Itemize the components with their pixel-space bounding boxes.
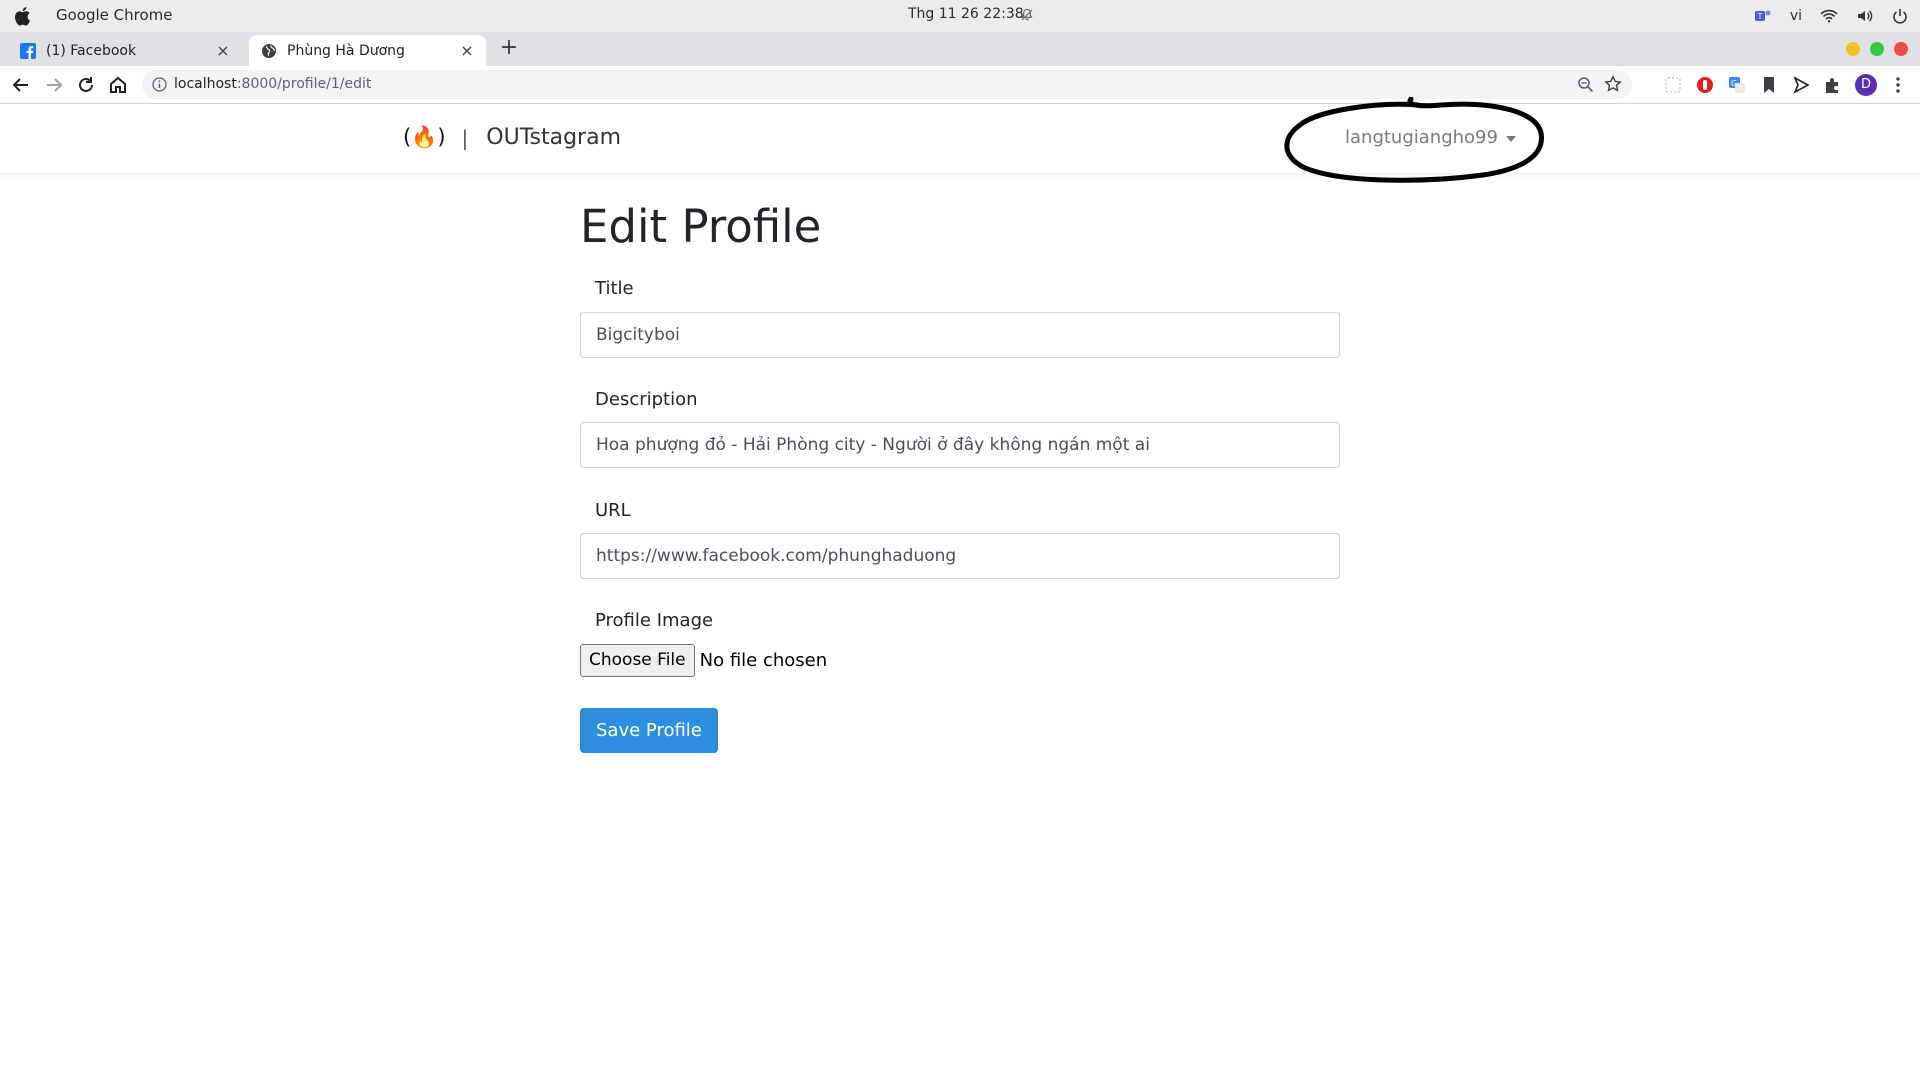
site-navbar: (🔥) | OUTstagram langtugiangho99 [0,105,1920,173]
brand[interactable]: (🔥) | OUTstagram [403,125,621,150]
tab-title: (1) Facebook [46,42,137,59]
brand-name: OUTstagram [486,125,622,150]
file-status-text: No file chosen [699,650,828,671]
zoom-icon[interactable] [1577,76,1594,93]
new-tab-button[interactable]: + [498,37,520,60]
title-label: Title [595,278,634,299]
apple-icon[interactable] [13,6,31,26]
reload-icon[interactable] [75,74,97,96]
window-controls [1846,42,1908,56]
home-icon[interactable] [107,74,129,96]
os-top-bar: Google Chrome Thg 11 26 22:38 T vi [0,0,1920,32]
description-field-group: Description Hoa phượng đỏ - Hải Phòng ci… [580,389,1340,468]
address-bar[interactable]: localhost:8000/profile/1/edit [142,70,1632,99]
tab-edit-profile[interactable]: Phùng Hà Dương × [249,35,486,66]
tab-title: Phùng Hà Dương [287,42,405,59]
system-clock[interactable]: Thg 11 26 22:38 [908,6,1024,22]
url-label: URL [595,500,631,521]
minimize-window-button[interactable] [1846,42,1860,56]
send-extension-icon[interactable] [1791,75,1811,95]
close-tab-icon[interactable]: × [214,41,232,60]
translate-extension-icon[interactable]: G [1727,75,1747,95]
teams-icon[interactable]: T [1754,8,1772,24]
wifi-icon[interactable] [1820,9,1838,23]
profile-image-label: Profile Image [595,610,714,631]
browser-toolbar: localhost:8000/profile/1/edit G D [0,66,1920,104]
save-profile-button[interactable]: Save Profile [580,708,718,753]
url-input[interactable]: https://www.facebook.com/phunghaduong [580,533,1340,579]
site-info-icon[interactable] [152,77,167,92]
chevron-down-icon [1505,135,1516,142]
kebab-menu-icon[interactable] [1888,75,1908,95]
bookmark-extension-icon[interactable] [1759,75,1779,95]
notifications-muted-icon [1021,8,1033,21]
page-title: Edit Profile [580,200,822,253]
svg-text:G: G [1731,79,1737,88]
profile-avatar[interactable]: D [1855,74,1877,96]
profile-image-field-group: Profile Image Choose File No file chosen [580,610,1340,677]
edit-profile-form: Edit Profile Title Bigcityboi Descriptio… [580,200,1340,753]
extensions-puzzle-icon[interactable] [1823,75,1843,95]
close-window-button[interactable] [1894,42,1908,56]
fire-logo-icon: (🔥) [403,125,446,149]
svg-text:T: T [1756,12,1762,21]
volume-icon[interactable] [1856,8,1874,24]
back-arrow-icon[interactable] [10,74,32,96]
facebook-icon [20,42,36,59]
url-path: :8000/profile/1/edit [236,76,372,92]
browser-tab-strip: (1) Facebook × Phùng Hà Dương × [0,32,1920,66]
description-input[interactable]: Hoa phượng đỏ - Hải Phòng city - Người ở… [580,422,1340,468]
choose-file-button[interactable]: Choose File [580,644,695,677]
input-language-indicator[interactable]: vi [1790,8,1802,24]
title-input[interactable]: Bigcityboi [580,312,1340,358]
bookmark-star-icon[interactable] [1604,75,1622,93]
username: langtugiangho99 [1345,127,1498,148]
user-dropdown-toggle[interactable]: langtugiangho99 [1345,127,1516,148]
tab-facebook[interactable]: (1) Facebook × [8,35,242,66]
url-text[interactable]: localhost:8000/profile/1/edit [174,76,371,92]
globe-icon [262,43,276,58]
power-icon[interactable] [1892,8,1908,24]
extension-placeholder-icon[interactable] [1663,75,1683,95]
url-host: localhost [174,76,237,92]
url-field-group: URL https://www.facebook.com/phunghaduon… [580,500,1340,579]
file-input[interactable]: Choose File No file chosen [580,644,827,677]
adblock-extension-icon[interactable] [1695,75,1715,95]
brand-separator: | [461,125,469,150]
forward-arrow-icon[interactable] [43,74,65,96]
description-label: Description [595,389,698,410]
active-app-name[interactable]: Google Chrome [56,6,173,24]
system-tray: T vi [1754,6,1908,26]
close-tab-icon[interactable]: × [458,41,476,60]
maximize-window-button[interactable] [1870,42,1884,56]
title-field-group: Title Bigcityboi [580,278,1340,358]
